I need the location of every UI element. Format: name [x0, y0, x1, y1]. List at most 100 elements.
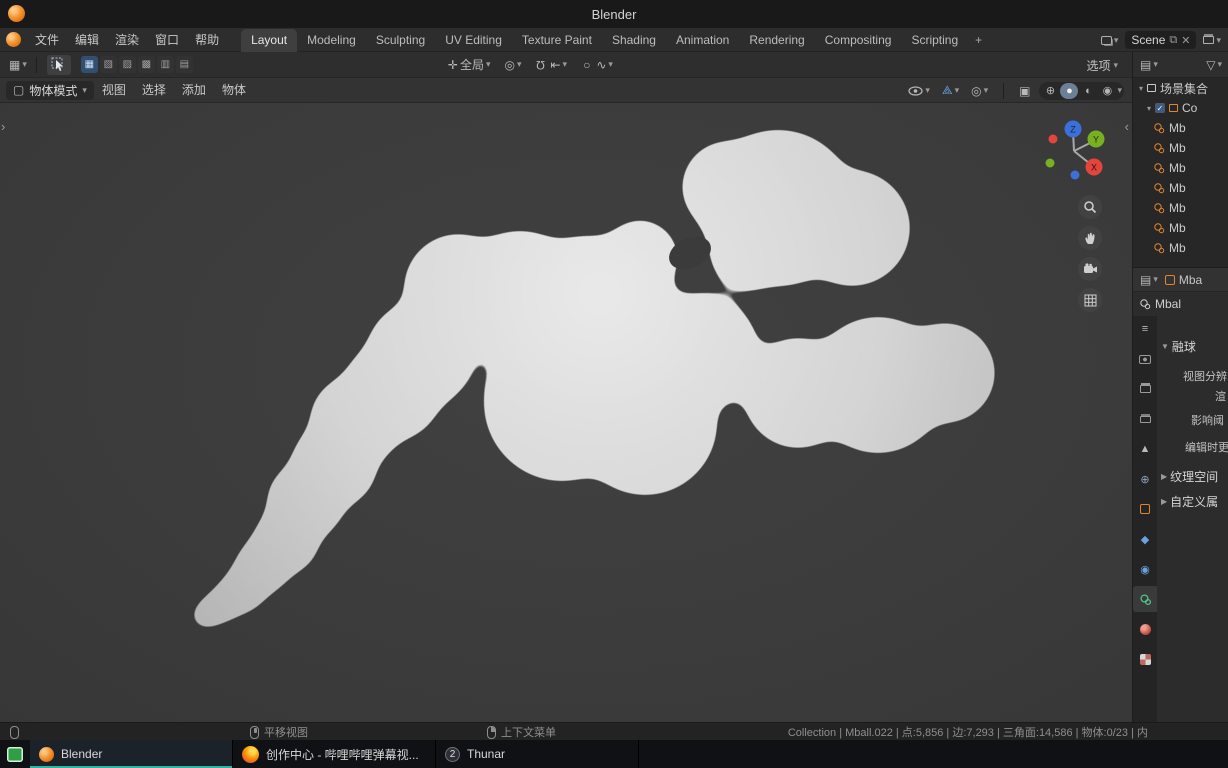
snap-target-dropdown[interactable]: ⇤ ▾ — [547, 58, 570, 72]
blender-app-menu-button[interactable] — [0, 32, 27, 47]
menu-file[interactable]: 文件 — [27, 28, 67, 52]
tab-compositing[interactable]: Compositing — [815, 29, 902, 52]
tab-scene[interactable]: ▲ — [1133, 436, 1157, 462]
shading-material-button[interactable]: ◐ — [1079, 83, 1097, 99]
menu-view[interactable]: 视图 — [94, 78, 134, 102]
tab-world[interactable]: ⊕ — [1133, 466, 1157, 492]
navigation-gizmo[interactable]: Z Y X — [1042, 117, 1108, 183]
tab-view-layer[interactable] — [1133, 406, 1157, 432]
camera-view-button[interactable] — [1078, 257, 1102, 281]
editor-type-button[interactable]: ▦ ▾ — [6, 58, 30, 72]
tab-layout[interactable]: Layout — [241, 28, 298, 52]
outliner-row-collection[interactable]: ▾ ✓ Co — [1133, 98, 1228, 118]
shading-wireframe-button[interactable]: ⊕ — [1041, 83, 1059, 99]
outliner-row-mball[interactable]: Mb — [1133, 118, 1228, 138]
tab-tool[interactable]: ≡ — [1133, 316, 1157, 342]
tab-modeling[interactable]: Modeling — [297, 29, 366, 52]
select-mode-new-icon[interactable]: ▦ — [80, 56, 98, 73]
tab-object[interactable] — [1133, 496, 1157, 522]
taskbar-item-blender[interactable]: Blender — [30, 740, 233, 768]
menu-edit[interactable]: 编辑 — [67, 28, 107, 52]
new-scene-icon[interactable]: ⧉ — [1169, 34, 1177, 47]
select-mode-invert-icon[interactable]: ▩ — [137, 56, 155, 73]
proportional-falloff-dropdown[interactable]: ∿ ▾ — [593, 58, 616, 72]
tab-animation[interactable]: Animation — [666, 29, 739, 52]
outliner-row-scene-collection[interactable]: ▾ 场景集合 — [1133, 78, 1228, 98]
outliner-row-mball[interactable]: Mb — [1133, 158, 1228, 178]
collection-checkbox[interactable]: ✓ — [1155, 103, 1166, 113]
select-mode-difference-icon[interactable]: ▤ — [175, 56, 193, 73]
options-dropdown[interactable]: 选项 ▾ — [1086, 52, 1118, 78]
outliner-row-mball[interactable]: Mb — [1133, 178, 1228, 198]
menu-add[interactable]: 添加 — [174, 78, 214, 102]
outliner-row-mball[interactable]: Mb — [1133, 198, 1228, 218]
taskbar-item-thunar[interactable]: 2 Thunar — [436, 740, 639, 768]
scene-browse-button[interactable]: ▾ — [1098, 35, 1122, 46]
pan-button[interactable] — [1078, 226, 1102, 250]
menu-select[interactable]: 选择 — [134, 78, 174, 102]
menu-help[interactable]: 帮助 — [187, 28, 227, 52]
viewport-3d[interactable]: › ‹ Z Y X — [0, 103, 1132, 722]
zoom-button[interactable] — [1078, 195, 1102, 219]
mode-dropdown[interactable]: ▢ 物体模式 ▾ — [6, 80, 94, 100]
select-mode-intersect-icon[interactable]: ▥ — [156, 56, 174, 73]
tab-physics[interactable]: ◉ — [1133, 556, 1157, 582]
tab-texture[interactable] — [1133, 646, 1157, 672]
axis-neg-z-icon[interactable] — [1070, 170, 1080, 180]
overlays-dropdown[interactable]: ◎ ▾ — [968, 84, 991, 98]
taskbar-item-firefox[interactable]: 创作中心 - 哔哩哔哩弹幕视... — [233, 740, 436, 768]
tab-scripting[interactable]: Scripting — [901, 29, 968, 52]
menu-window[interactable]: 窗口 — [147, 28, 187, 52]
window-titlebar[interactable]: Blender — [0, 0, 1228, 28]
outliner-row-mball[interactable]: Mb — [1133, 218, 1228, 238]
axis-neg-x-icon[interactable] — [1048, 134, 1058, 144]
shading-solid-button[interactable]: ● — [1060, 82, 1079, 99]
field-resolution-viewport[interactable]: 视图分辨 — [1183, 368, 1228, 384]
field-update-on-edit[interactable]: 编辑时更 — [1185, 439, 1228, 455]
snap-toggle-button[interactable]: Ω — [533, 58, 548, 72]
tab-material[interactable] — [1133, 616, 1157, 642]
select-tweak-tool-button[interactable] — [46, 54, 71, 75]
pivot-point-dropdown[interactable]: ◎ ▾ — [501, 58, 524, 72]
panel-custom-properties[interactable]: ▶ 自定义属 — [1161, 493, 1218, 510]
select-mode-extend-icon[interactable]: ▧ — [99, 56, 117, 73]
view-layer-button[interactable]: ▾ — [1200, 35, 1224, 46]
tab-rendering[interactable]: Rendering — [739, 29, 814, 52]
tab-output[interactable] — [1133, 376, 1157, 402]
gizmos-dropdown[interactable]: ⟁ ▾ — [939, 83, 962, 98]
panel-metaball[interactable]: ▼ 融球 — [1161, 338, 1196, 355]
xray-toggle-button[interactable]: ▣ — [1016, 84, 1033, 98]
tab-texture-paint[interactable]: Texture Paint — [512, 29, 602, 52]
tab-sculpting[interactable]: Sculpting — [366, 29, 435, 52]
disclosure-triangle-icon[interactable]: ▾ — [1147, 104, 1151, 113]
field-resolution-render[interactable]: 渲 — [1215, 388, 1228, 404]
proportional-edit-toggle[interactable]: ○ — [580, 58, 593, 72]
visibility-dropdown[interactable]: ▾ — [905, 85, 933, 96]
unlink-scene-icon[interactable]: ✕ — [1181, 34, 1190, 47]
outliner-row-mball[interactable]: Mb — [1133, 138, 1228, 158]
metaball-object[interactable] — [0, 103, 1132, 722]
tab-shading[interactable]: Shading — [602, 29, 666, 52]
shading-rendered-button[interactable]: ◉ — [1098, 83, 1116, 99]
properties-breadcrumb[interactable]: Mbal — [1133, 292, 1228, 316]
tab-render[interactable] — [1133, 346, 1157, 372]
transform-orientation-dropdown[interactable]: ✛ 全局 ▾ — [445, 56, 494, 73]
tab-uv-editing[interactable]: UV Editing — [435, 29, 512, 52]
ortho-toggle-button[interactable] — [1078, 288, 1102, 312]
menu-object[interactable]: 物体 — [214, 78, 254, 102]
tab-data-metaball[interactable] — [1133, 586, 1157, 612]
tab-modifiers[interactable]: ◆ — [1133, 526, 1157, 552]
add-workspace-button[interactable]: + — [968, 29, 989, 52]
menu-render[interactable]: 渲染 — [107, 28, 147, 52]
outliner-editor-type-button[interactable]: ▤ ▾ — [1137, 58, 1161, 72]
scene-name-field[interactable]: Scene ⧉ ✕ — [1125, 31, 1197, 49]
outliner-row-mball[interactable]: Mb — [1133, 238, 1228, 258]
outliner-filter-button[interactable]: ▽ ▾ — [1203, 58, 1225, 72]
properties-editor-type-button[interactable]: ▤ ▾ — [1137, 273, 1161, 287]
disclosure-triangle-icon[interactable]: ▾ — [1139, 84, 1143, 93]
axis-neg-y-icon[interactable] — [1045, 158, 1055, 168]
select-mode-subtract-icon[interactable]: ▨ — [118, 56, 136, 73]
workspace-pager-button[interactable] — [0, 740, 30, 768]
field-influence-threshold[interactable]: 影响阈 — [1191, 412, 1228, 428]
panel-texture-space[interactable]: ▶ 纹理空间 — [1161, 468, 1218, 485]
